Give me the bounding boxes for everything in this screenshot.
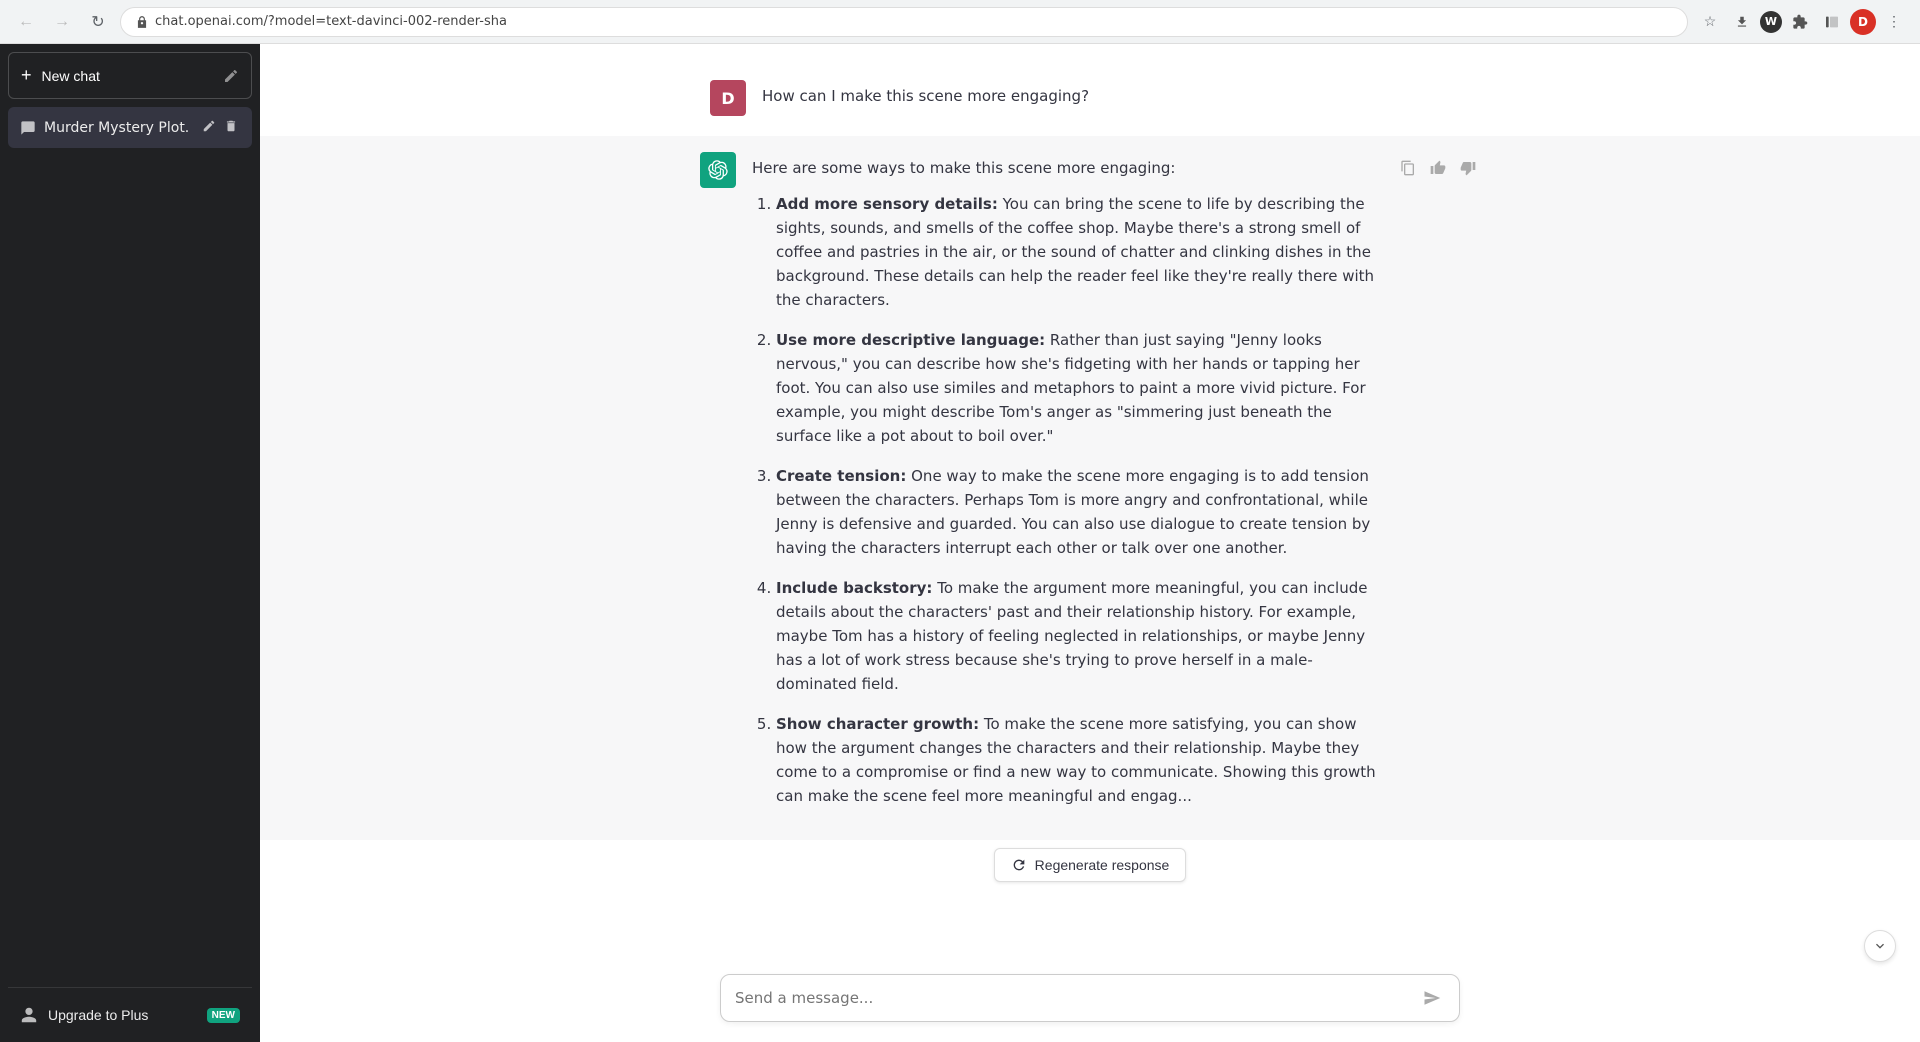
chat-icon [20,120,36,136]
chat-input-area [260,962,1920,1042]
suggestion-item-2: Use more descriptive language: Rather th… [776,328,1380,448]
suggestion-item-1: Add more sensory details: You can bring … [776,192,1380,312]
lock-icon [135,15,149,29]
sidebar-toggle-icon[interactable] [1818,8,1846,36]
new-badge: NEW [207,1008,240,1023]
user-message-row: D How can I make this scene more engagin… [590,64,1590,136]
url-text: chat.openai.com/?model=text-davinci-002-… [155,14,507,29]
suggestion-item-3: Create tension: One way to make the scen… [776,464,1380,560]
sidebar: + New chat Murder Mystery Plot. [0,44,260,1042]
regenerate-button[interactable]: Regenerate response [994,848,1187,882]
reload-button[interactable]: ↻ [84,8,112,36]
chat-area: D How can I make this scene more engagin… [260,44,1920,1042]
suggestion-item-5: Show character growth: To make the scene… [776,712,1380,808]
browser-chrome: ← → ↻ chat.openai.com/?model=text-davinc… [0,0,1920,44]
downloads-icon[interactable] [1728,8,1756,36]
pencil-icon [223,68,239,84]
assistant-message-content: Here are some ways to make this scene mo… [752,152,1380,824]
send-icon [1423,989,1441,1007]
plus-icon: + [21,65,32,86]
suggestion-5-title: Show character growth: [776,715,979,733]
sidebar-bottom: Upgrade to Plus NEW [8,987,252,1034]
suggestions-list: Add more sensory details: You can bring … [752,192,1380,808]
user-message-text: How can I make this scene more engaging? [762,84,1470,108]
assistant-inner: Here are some ways to make this scene mo… [640,152,1540,824]
regenerate-label: Regenerate response [1035,857,1170,873]
assistant-avatar [700,152,736,188]
back-button[interactable]: ← [12,8,40,36]
w-extension-icon: W [1760,11,1782,33]
new-chat-label: New chat [42,68,100,84]
message-input[interactable] [735,989,1419,1007]
suggestion-2-title: Use more descriptive language: [776,331,1045,349]
conversations-list: Murder Mystery Plot. [8,107,252,979]
thumbdown-button[interactable] [1456,156,1480,180]
conversation-item-murder-mystery[interactable]: Murder Mystery Plot. [8,107,252,148]
upgrade-label: Upgrade to Plus [48,1007,148,1023]
scroll-to-bottom-button[interactable] [1864,930,1896,962]
user-avatar: D [710,80,746,116]
input-container [720,974,1460,1022]
regenerate-icon [1011,857,1027,873]
assistant-intro: Here are some ways to make this scene mo… [752,156,1380,180]
suggestion-4-title: Include backstory: [776,579,932,597]
chevron-down-icon [1872,938,1888,954]
conversation-actions [200,117,240,138]
assistant-message-actions [1396,156,1480,180]
edit-conversation-button[interactable] [200,117,218,138]
new-chat-button[interactable]: + New chat [8,52,252,99]
user-message-content: How can I make this scene more engaging? [762,80,1470,120]
forward-button[interactable]: → [48,8,76,36]
bookmark-icon[interactable]: ☆ [1696,8,1724,36]
delete-conversation-button[interactable] [222,117,240,138]
more-options-icon[interactable]: ⋮ [1880,8,1908,36]
suggestion-item-4: Include backstory: To make the argument … [776,576,1380,696]
browser-toolbar: ☆ W D ⋮ [1696,8,1908,36]
profile-button[interactable]: D [1850,9,1876,35]
conversation-title: Murder Mystery Plot. [44,120,192,136]
address-bar[interactable]: chat.openai.com/?model=text-davinci-002-… [120,7,1688,37]
chat-messages: D How can I make this scene more engagin… [260,44,1920,962]
suggestion-3-title: Create tension: [776,467,906,485]
upgrade-to-plus-button[interactable]: Upgrade to Plus NEW [8,996,252,1034]
user-icon [20,1006,38,1024]
assistant-message-row: Here are some ways to make this scene mo… [260,136,1920,840]
send-button[interactable] [1419,985,1445,1011]
extensions-icon[interactable] [1786,8,1814,36]
app-layout: + New chat Murder Mystery Plot. [0,44,1920,1042]
copy-button[interactable] [1396,156,1420,180]
suggestion-1-title: Add more sensory details: [776,195,998,213]
regenerate-container: Regenerate response [260,840,1920,898]
thumbup-button[interactable] [1426,156,1450,180]
